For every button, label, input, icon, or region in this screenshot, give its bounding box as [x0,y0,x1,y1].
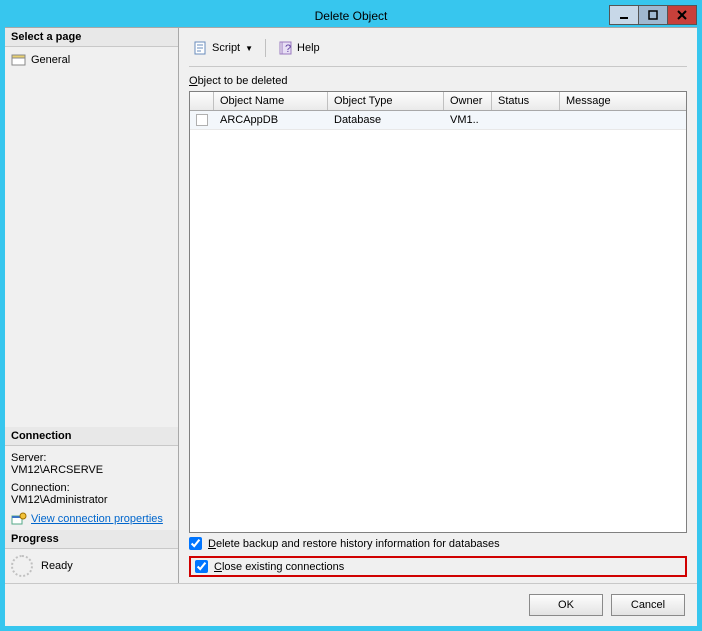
toolbar-separator [265,39,266,57]
view-connection-properties-link[interactable]: View connection properties [11,512,172,526]
titlebar: Delete Object [5,5,697,27]
view-connection-properties-label: View connection properties [31,513,163,525]
row-icon [196,114,208,126]
object-grid[interactable]: Object Name Object Type Owner Status Mes… [189,91,687,533]
help-button[interactable]: ? Help [274,38,324,58]
connection-value: VM12\Administrator [11,494,172,506]
connection-header: Connection [5,427,178,446]
connection-label: Connection: [11,482,172,494]
col-status[interactable]: Status [492,92,560,110]
select-page-header: Select a page [5,28,178,47]
cell-status [492,111,560,129]
col-object-name[interactable]: Object Name [214,92,328,110]
help-label: Help [297,42,320,54]
toolbar: Script ▼ ? Help [189,34,687,67]
delete-history-row: Delete backup and restore history inform… [189,533,687,554]
maximize-button[interactable] [638,5,668,25]
delete-history-label[interactable]: Delete backup and restore history inform… [208,538,500,550]
progress-header: Progress [5,530,178,549]
help-icon: ? [278,40,294,56]
connection-icon [11,512,27,526]
minimize-icon [619,10,629,20]
list-caption: Object to be deleted [189,75,687,87]
cell-type: Database [328,111,444,129]
col-icon[interactable] [190,92,214,110]
server-label: Server: [11,452,172,464]
progress-ring-icon [11,555,33,577]
col-owner[interactable]: Owner [444,92,492,110]
svg-text:?: ? [285,43,291,55]
window-title: Delete Object [5,9,697,23]
grid-header: Object Name Object Type Owner Status Mes… [190,92,686,111]
cell-name: ARCAppDB [214,111,328,129]
sidebar-page-label: General [31,54,70,66]
delete-history-checkbox[interactable] [189,537,202,550]
col-object-type[interactable]: Object Type [328,92,444,110]
cancel-button[interactable]: Cancel [611,594,685,616]
page-icon [11,53,27,67]
dialog-buttons: OK Cancel [5,583,697,626]
right-pane: Script ▼ ? Help Object to be deleted [179,28,697,583]
close-button[interactable] [667,5,697,25]
close-connections-checkbox[interactable] [195,560,208,573]
col-message[interactable]: Message [560,92,686,110]
cell-message [560,111,686,129]
script-label: Script [212,42,240,54]
progress-text: Ready [41,560,73,572]
close-connections-label[interactable]: Close existing connections [214,561,344,573]
server-value: VM12\ARCSERVE [11,464,172,476]
left-pane: Select a page General Connection Server:… [5,28,179,583]
delete-object-dialog: Delete Object Select a page [5,5,697,626]
chevron-down-icon: ▼ [245,44,253,53]
window-controls [610,5,697,25]
table-row[interactable]: ARCAppDB Database VM1.. [190,111,686,130]
close-connections-row: Close existing connections [189,556,687,577]
maximize-icon [648,10,658,20]
ok-button[interactable]: OK [529,594,603,616]
script-button[interactable]: Script ▼ [189,38,257,58]
close-icon [677,10,687,20]
cell-owner: VM1.. [444,111,492,129]
script-icon [193,40,209,56]
minimize-button[interactable] [609,5,639,25]
sidebar-page-general[interactable]: General [11,51,172,69]
